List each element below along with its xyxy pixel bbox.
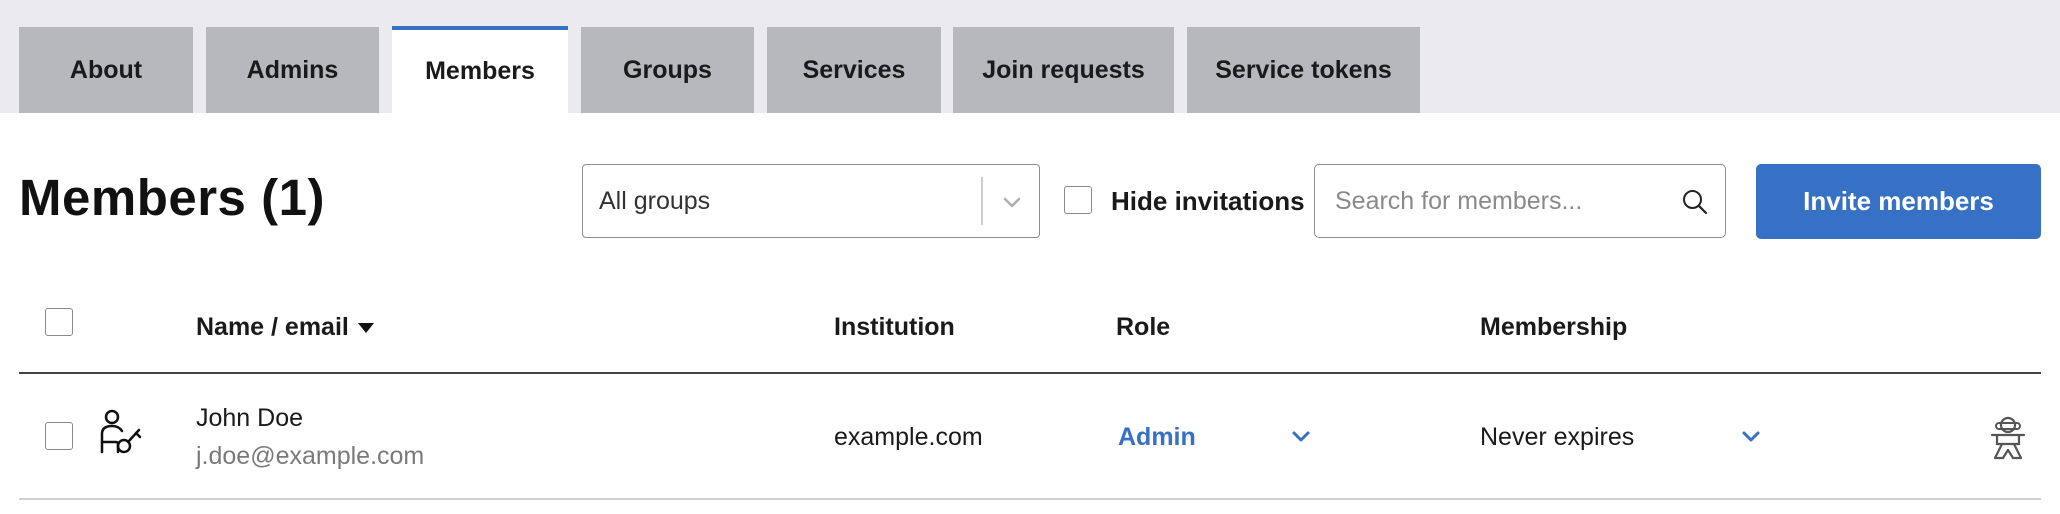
tab-bar: About Admins Members Groups Services Joi… [0,0,2060,113]
member-membership-select[interactable]: Never expires [1480,423,1634,452]
member-institution: example.com [834,423,983,451]
column-header-role[interactable]: Role [1116,313,1170,342]
row-select-checkbox[interactable] [45,422,73,450]
chevron-down-icon[interactable] [1000,190,1024,214]
tab-admins[interactable]: Admins [206,27,379,113]
member-role-select[interactable]: Admin [1118,423,1196,452]
column-header-membership[interactable]: Membership [1480,313,1627,342]
column-header-institution[interactable]: Institution [834,313,955,342]
tab-about[interactable]: About [19,27,193,113]
select-all-checkbox[interactable] [45,308,73,336]
table-header-divider [19,372,2041,374]
member-email: j.doe@example.com [196,442,425,470]
select-separator [981,177,983,225]
page-title: Members (1) [19,169,325,226]
tab-services[interactable]: Services [767,27,941,113]
search-icon[interactable] [1680,187,1710,217]
group-filter-value: All groups [599,187,711,215]
member-name: John Doe [196,404,304,432]
membership-chevron-down-icon[interactable] [1738,423,1764,449]
role-chevron-down-icon[interactable] [1288,423,1314,449]
group-filter-select[interactable]: All groups [582,164,1040,238]
sort-desc-icon[interactable] [357,322,375,334]
tab-service-tokens[interactable]: Service tokens [1187,27,1420,113]
tab-join-requests[interactable]: Join requests [953,27,1174,113]
member-search-box [1314,164,1726,238]
column-header-name-label: Name / email [196,313,349,341]
hide-invitations-label: Hide invitations [1111,186,1305,216]
row-divider [19,498,2041,500]
search-input[interactable] [1333,165,1667,237]
tab-groups[interactable]: Groups [581,27,754,113]
admin-user-icon [100,409,142,454]
impersonate-icon[interactable] [1989,414,2027,462]
column-header-name[interactable]: Name / email [196,313,375,342]
hide-invitations-checkbox[interactable] [1064,186,1092,214]
invite-members-button[interactable]: Invite members [1756,164,2041,239]
tab-members[interactable]: Members [392,26,568,113]
